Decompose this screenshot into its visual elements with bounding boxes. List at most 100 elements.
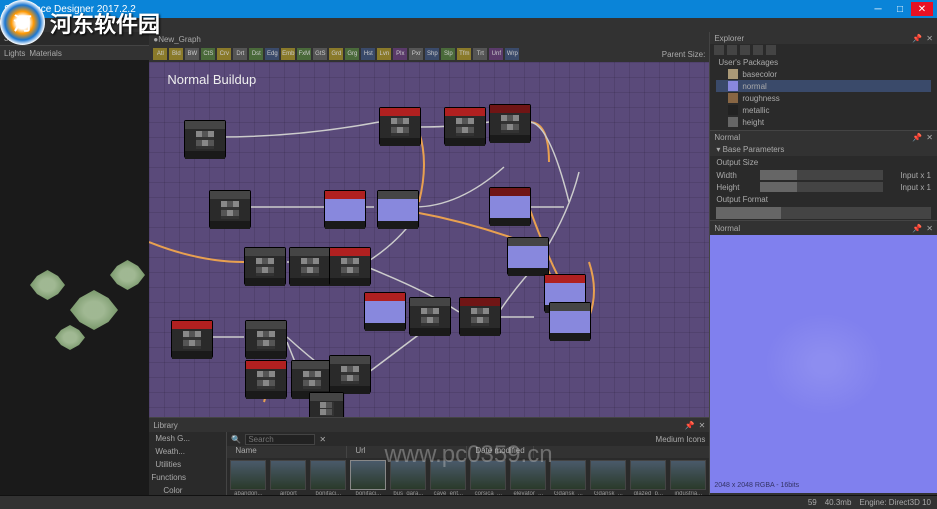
pixel-button[interactable]: Plx [393, 48, 407, 60]
output-format-label: Output Format [710, 193, 937, 206]
curve-button[interactable]: Crv [217, 48, 231, 60]
watermark-logo-text: 河东软件园 [50, 7, 160, 39]
pin-icon[interactable]: 📌 [685, 421, 695, 430]
viewport-3d-canvas[interactable] [0, 60, 149, 495]
parent-size-label: Parent Size: [662, 50, 706, 59]
graph-node[interactable] [377, 190, 419, 228]
graph-tab[interactable]: ● New_Graph [149, 32, 709, 46]
graph-node[interactable] [245, 360, 287, 398]
graph-node[interactable] [171, 320, 213, 358]
graph-node[interactable] [379, 107, 421, 145]
graph-node[interactable] [289, 247, 331, 285]
shape-button[interactable]: Shp [425, 48, 439, 60]
width-slider[interactable] [760, 170, 883, 180]
search-icon: 🔍 [231, 435, 241, 444]
pxr-button[interactable]: Pxr [409, 48, 423, 60]
width-label: Width [716, 171, 756, 180]
lights-dropdown[interactable]: Lights [4, 49, 25, 58]
graph-node[interactable] [489, 187, 531, 225]
graph-node[interactable] [329, 355, 371, 393]
pin-icon[interactable]: 📌 [912, 133, 922, 142]
atom-button[interactable]: Atl [153, 48, 167, 60]
library-search-input[interactable] [245, 434, 315, 445]
edge-button[interactable]: Edg [265, 48, 279, 60]
pin-icon[interactable]: 📌 [912, 224, 922, 233]
explorer-item[interactable]: basecolor [716, 68, 931, 80]
grunge-button[interactable]: Grg [345, 48, 359, 60]
preview-info: 2048 x 2048 RGBA - 16bits [714, 482, 799, 489]
graph-node[interactable] [244, 247, 286, 285]
transform-button[interactable]: Tfm [457, 48, 471, 60]
toolbar-button[interactable] [740, 45, 750, 55]
graph-node[interactable] [409, 297, 451, 335]
slope-button[interactable]: Slp [441, 48, 455, 60]
explorer-item[interactable]: height [716, 116, 931, 128]
graph-node[interactable] [324, 190, 366, 228]
toolbar-button[interactable] [714, 45, 724, 55]
tree-item[interactable]: Functions [149, 471, 226, 484]
emb-button[interactable]: Emb [281, 48, 295, 60]
blend-button[interactable]: Bld [169, 48, 183, 60]
dirt-button[interactable]: Drt [233, 48, 247, 60]
warp-button[interactable]: Wrp [505, 48, 519, 60]
graph-node[interactable] [364, 292, 406, 330]
graph-toolbar: Atl Bld BW CtS Crv Drt Dst Edg Emb FxM G… [149, 46, 709, 62]
graph-node[interactable] [549, 302, 591, 340]
explorer-item[interactable]: metallic [716, 104, 931, 116]
statusbar: 59 40.3mb Engine: Direct3D 10 [0, 495, 937, 509]
graph-node[interactable] [507, 237, 549, 275]
uniform-button[interactable]: Unf [489, 48, 503, 60]
toolbar-button[interactable] [766, 45, 776, 55]
graph-node[interactable] [329, 247, 371, 285]
preview-2d-panel: Normal📌✕ 2048 x 2048 RGBA - 16bits [710, 220, 937, 509]
hist-button[interactable]: Hst [361, 48, 375, 60]
tree-item[interactable]: Mesh G... [149, 432, 226, 445]
graph-node[interactable] [184, 120, 226, 158]
height-label: Height [716, 183, 756, 192]
cts-button[interactable]: CtS [201, 48, 215, 60]
explorer-panel: Explorer📌✕ User's Packages basecolor nor… [710, 32, 937, 130]
close-panel-icon[interactable]: ✕ [926, 224, 933, 233]
column-date[interactable]: Date modified [467, 446, 533, 458]
graph-node[interactable] [444, 107, 486, 145]
minimize-button[interactable]: ─ [867, 2, 889, 16]
bw-button[interactable]: BW [185, 48, 199, 60]
close-panel-icon[interactable]: ✕ [926, 133, 933, 142]
close-panel-icon[interactable]: ✕ [926, 34, 933, 43]
column-url[interactable]: Url [347, 446, 467, 458]
explorer-section[interactable]: User's Packages [716, 57, 931, 68]
tree-item[interactable]: Weath... [149, 445, 226, 458]
explorer-item[interactable]: normal [716, 80, 931, 92]
maximize-button[interactable]: □ [889, 2, 911, 16]
toolbar-button[interactable] [753, 45, 763, 55]
close-button[interactable]: ✕ [911, 2, 933, 16]
gts-button[interactable]: GtS [313, 48, 327, 60]
tree-item[interactable]: Utilities [149, 458, 226, 471]
base-parameters-section[interactable]: ▾ Base Parameters [710, 143, 937, 156]
graph-node[interactable] [309, 392, 344, 417]
fxm-button[interactable]: FxM [297, 48, 311, 60]
graph-node[interactable] [489, 104, 531, 142]
height-slider[interactable] [760, 182, 883, 192]
tile-button[interactable]: Trt [473, 48, 487, 60]
close-panel-icon[interactable]: ✕ [699, 421, 706, 430]
pin-icon[interactable]: 📌 [912, 34, 922, 43]
toolbar-button[interactable] [727, 45, 737, 55]
graph-node[interactable] [209, 190, 251, 228]
viewport-3d-panel: 3D View Lights Materials [0, 32, 149, 509]
viewport-3d-toolbar: Lights Materials [0, 46, 149, 60]
view-mode-dropdown[interactable]: Medium Icons [656, 435, 706, 444]
level-button[interactable]: Lvn [377, 48, 391, 60]
materials-dropdown[interactable]: Materials [29, 49, 61, 58]
graph-node[interactable] [459, 297, 501, 335]
preview-2d-canvas[interactable]: 2048 x 2048 RGBA - 16bits [710, 235, 937, 493]
format-dropdown[interactable] [716, 207, 931, 219]
column-name[interactable]: Name [227, 446, 347, 458]
graph-canvas[interactable]: Normal Buildup [149, 62, 709, 417]
clear-search-icon[interactable]: ✕ [319, 435, 326, 444]
graph-node[interactable] [245, 320, 287, 358]
explorer-item[interactable]: roughness [716, 92, 931, 104]
dist-button[interactable]: Dst [249, 48, 263, 60]
output-size-label: Output Size [710, 156, 937, 169]
grad-button[interactable]: Grd [329, 48, 343, 60]
